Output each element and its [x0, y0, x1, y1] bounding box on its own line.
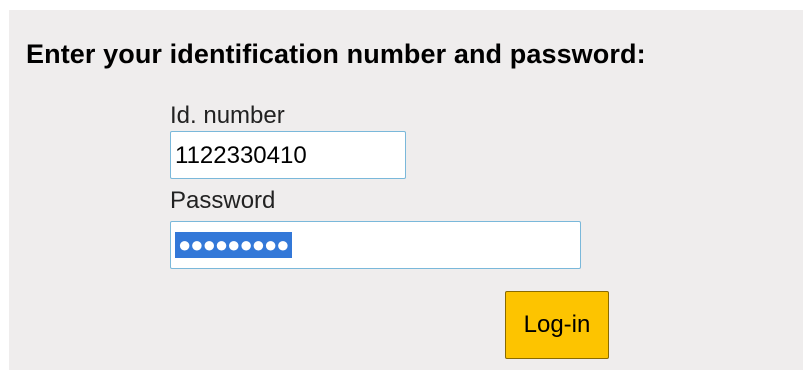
password-selected-text: ●●●●●●●●● — [175, 232, 292, 258]
form-heading: Enter your identification number and pas… — [26, 39, 646, 69]
id-number-label: Id. number — [170, 102, 285, 129]
password-label: Password — [170, 187, 276, 214]
password-field[interactable]: ●●●●●●●●● — [170, 221, 581, 269]
id-number-value: 1122330410 — [175, 142, 307, 169]
login-panel: Enter your identification number and pas… — [9, 10, 803, 370]
login-button[interactable]: Log-in — [505, 291, 609, 359]
id-number-field[interactable]: 1122330410 — [170, 131, 406, 179]
